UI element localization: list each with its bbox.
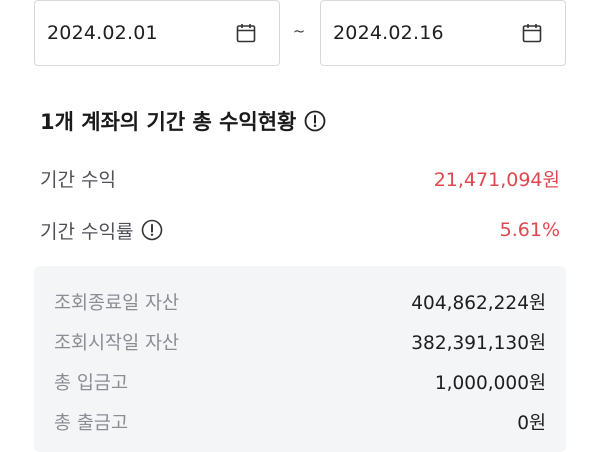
start-date-value: 2024.02.01 [47,22,158,44]
period-profit-label: 기간 수익 [40,168,116,191]
end-date-asset-value: 404,862,224원 [411,293,546,314]
end-date-field[interactable]: 2024.02.16 [320,0,566,66]
info-icon[interactable] [304,110,326,132]
period-return-label: 기간 수익률 [40,220,134,243]
section-title-text: 1개 계좌의 기간 총 수익현황 [40,110,297,134]
period-return-label-group: 기간 수익률 [40,217,163,244]
period-return-row: 기간 수익률 5.61% [40,215,560,245]
detail-row: 조회시작일 자산 382,391,130원 [54,328,546,356]
end-date-asset-label: 조회종료일 자산 [54,293,180,314]
date-range-picker: 2024.02.01 ~ 2024.02.16 [0,0,600,66]
calendar-icon[interactable] [235,22,257,44]
start-date-asset-label: 조회시작일 자산 [54,333,180,354]
total-deposit-value: 1,000,000원 [434,373,546,394]
section-title: 1개 계좌의 기간 총 수익현황 [40,106,326,136]
detail-row: 총 출금고 0원 [54,408,546,436]
start-date-asset-value: 382,391,130원 [411,333,546,354]
period-return-value: 5.61% [499,219,560,241]
start-date-field[interactable]: 2024.02.01 [34,0,280,66]
detail-row: 조회종료일 자산 404,862,224원 [54,288,546,316]
total-withdrawal-value: 0원 [517,413,546,434]
total-withdrawal-label: 총 출금고 [54,413,128,434]
detail-row: 총 입금고 1,000,000원 [54,368,546,396]
calendar-icon[interactable] [521,22,543,44]
end-date-value: 2024.02.16 [333,22,444,44]
info-icon[interactable] [141,219,163,241]
date-separator: ~ [292,22,306,40]
asset-detail-panel: 조회종료일 자산 404,862,224원 조회시작일 자산 382,391,1… [34,266,566,452]
total-deposit-label: 총 입금고 [54,373,128,394]
period-profit-row: 기간 수익 21,471,094원 [40,163,560,193]
period-profit-value: 21,471,094원 [433,168,560,191]
